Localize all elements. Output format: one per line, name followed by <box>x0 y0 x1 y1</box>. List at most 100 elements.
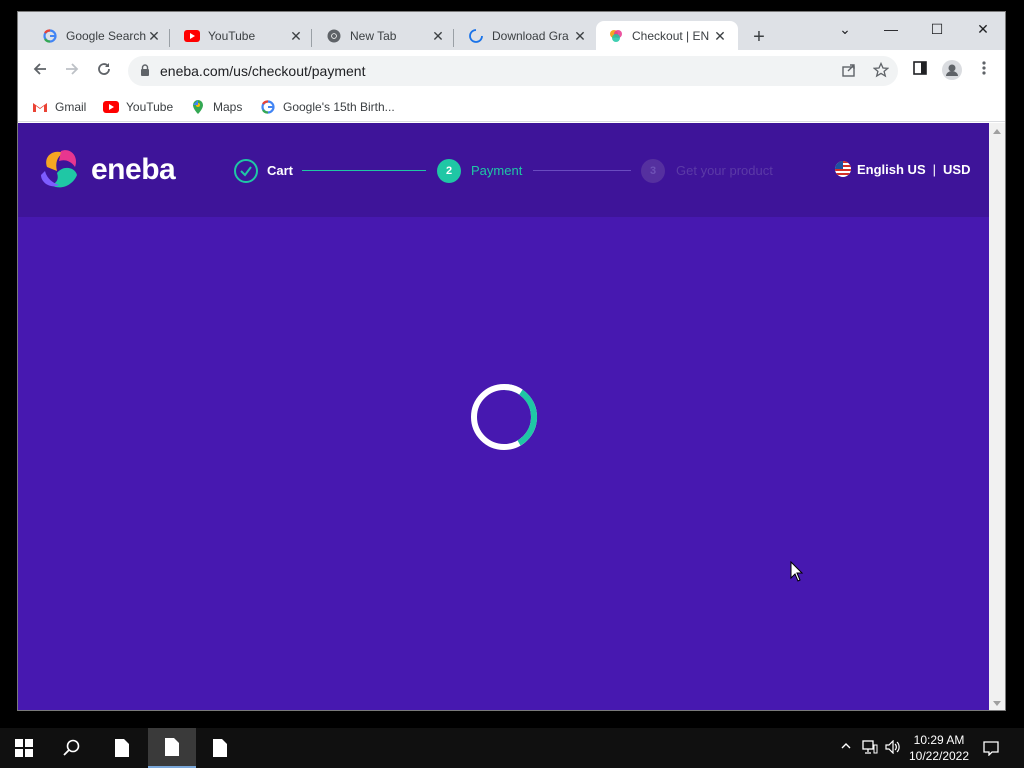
bookmark-label: YouTube <box>126 100 174 114</box>
address-bar[interactable]: eneba.com/us/checkout/payment <box>128 56 898 86</box>
tab-separator <box>169 29 170 47</box>
tab-title: New Tab <box>350 28 397 43</box>
minimize-button[interactable]: — <box>868 16 914 42</box>
taskbar-app-3[interactable] <box>196 728 244 768</box>
taskbar-app-1[interactable] <box>98 728 146 768</box>
gmail-icon <box>32 99 48 115</box>
document-icon <box>213 739 227 757</box>
step-payment-label: Payment <box>471 163 523 178</box>
start-button[interactable] <box>0 728 48 768</box>
arrow-left-icon <box>33 63 46 75</box>
tab-title: Download Gra <box>492 28 569 43</box>
tab-checkout[interactable]: Checkout | EN ✕ <box>596 21 738 50</box>
bookmarks-bar: Gmail YouTube Maps Google's 15th Birth..… <box>18 92 1005 122</box>
bookmark-maps[interactable]: Maps <box>190 98 242 116</box>
forward-button[interactable] <box>60 59 84 83</box>
tab-separator <box>453 29 454 47</box>
chrome-icon <box>326 28 342 44</box>
close-icon[interactable]: ✕ <box>572 28 588 44</box>
tab-download[interactable]: Download Gra ✕ <box>456 21 598 50</box>
page-scrollbar[interactable] <box>989 123 1005 710</box>
language-label: English US <box>857 161 926 177</box>
new-tab-button[interactable]: + <box>748 26 770 48</box>
chevron-up-icon[interactable] <box>840 740 852 755</box>
browser-toolbar: eneba.com/us/checkout/payment <box>18 50 1005 92</box>
reload-icon <box>98 63 110 75</box>
volume-icon[interactable] <box>885 739 901 757</box>
web-page: eneba Cart 2 Payment 3 Get your product <box>18 123 989 710</box>
google-icon <box>42 28 58 44</box>
bookmark-google-birthday[interactable]: Google's 15th Birth... <box>260 98 395 116</box>
eneba-icon <box>608 28 624 44</box>
search-button[interactable] <box>48 728 96 768</box>
browser-window: Google Search ✕ YouTube ✕ New Tab ✕ Down… <box>17 11 1006 711</box>
close-icon[interactable]: ✕ <box>288 28 304 44</box>
lock-icon <box>141 64 149 76</box>
close-icon[interactable]: ✕ <box>146 28 162 44</box>
side-panel-icon[interactable] <box>909 60 931 82</box>
currency-label: USD <box>943 161 971 177</box>
loading-icon <box>468 28 484 44</box>
site-header: eneba Cart 2 Payment 3 Get your product <box>18 123 989 217</box>
bookmark-label: Gmail <box>55 100 87 114</box>
us-flag-icon <box>835 161 851 177</box>
mouse-cursor-icon <box>790 561 804 582</box>
network-icon[interactable] <box>862 740 878 757</box>
back-button[interactable] <box>28 59 52 83</box>
tab-separator <box>311 29 312 47</box>
bookmark-label: Google's 15th Birth... <box>283 100 395 114</box>
close-window-button[interactable]: ✕ <box>960 16 1005 42</box>
taskbar-app-2[interactable] <box>148 728 196 768</box>
locale-selector[interactable]: English US | USD <box>835 161 970 177</box>
locale-divider: | <box>932 161 937 177</box>
more-menu-icon[interactable] <box>973 60 995 82</box>
bookmark-label: Maps <box>213 100 243 114</box>
bookmark-youtube[interactable]: YouTube <box>103 98 173 116</box>
bookmark-gmail[interactable]: Gmail <box>32 98 86 116</box>
step-payment-number: 2 <box>437 159 461 183</box>
clock-date: 10/22/2022 <box>908 749 970 763</box>
step-connector-pending <box>533 170 631 171</box>
close-icon[interactable]: ✕ <box>430 28 446 44</box>
step-cart-check-icon <box>234 159 258 183</box>
tab-strip: Google Search ✕ YouTube ✕ New Tab ✕ Down… <box>18 12 1005 50</box>
arrow-right-icon <box>66 63 79 75</box>
tab-title: Google Search <box>66 28 146 43</box>
notification-icon[interactable] <box>983 740 999 759</box>
step-connector-done <box>302 170 426 171</box>
bookmark-star-icon[interactable] <box>872 61 890 80</box>
system-clock[interactable]: 10:29 AM 10/22/2022 <box>902 732 976 764</box>
tab-title: YouTube <box>208 28 256 43</box>
document-icon <box>115 739 129 757</box>
clock-time: 10:29 AM <box>913 733 965 747</box>
scroll-down-icon[interactable] <box>993 701 1001 706</box>
profile-avatar-icon[interactable] <box>941 60 963 82</box>
reload-button[interactable] <box>92 59 116 83</box>
maps-icon <box>190 99 206 115</box>
loading-spinner-icon <box>471 384 538 450</box>
tab-title: Checkout | EN <box>632 28 710 43</box>
windows-logo-icon <box>15 739 33 757</box>
search-icon <box>63 739 80 756</box>
tab-youtube[interactable]: YouTube ✕ <box>172 21 314 50</box>
tab-search-button[interactable]: ⌄ <box>822 16 868 42</box>
taskbar: 10:29 AM 10/22/2022 <box>0 728 1024 768</box>
logo-text: eneba <box>91 153 176 186</box>
scroll-up-icon[interactable] <box>993 129 1001 134</box>
youtube-icon <box>103 99 119 115</box>
share-icon[interactable] <box>840 62 858 80</box>
google-icon <box>260 99 276 115</box>
maximize-button[interactable]: ☐ <box>914 16 960 42</box>
step-product-number: 3 <box>641 159 665 183</box>
step-cart-label: Cart <box>267 163 294 178</box>
url-text: eneba.com/us/checkout/payment <box>160 63 366 79</box>
close-icon[interactable]: ✕ <box>712 28 728 44</box>
document-icon <box>165 738 179 756</box>
youtube-icon <box>184 28 200 44</box>
step-product-label: Get your product <box>676 163 773 178</box>
tab-google-search[interactable]: Google Search ✕ <box>30 21 172 50</box>
eneba-logo[interactable]: eneba <box>37 145 176 195</box>
desktop: Google Search ✕ YouTube ✕ New Tab ✕ Down… <box>0 0 1024 768</box>
eneba-logo-icon <box>41 150 77 188</box>
tab-new-tab[interactable]: New Tab ✕ <box>314 21 456 50</box>
